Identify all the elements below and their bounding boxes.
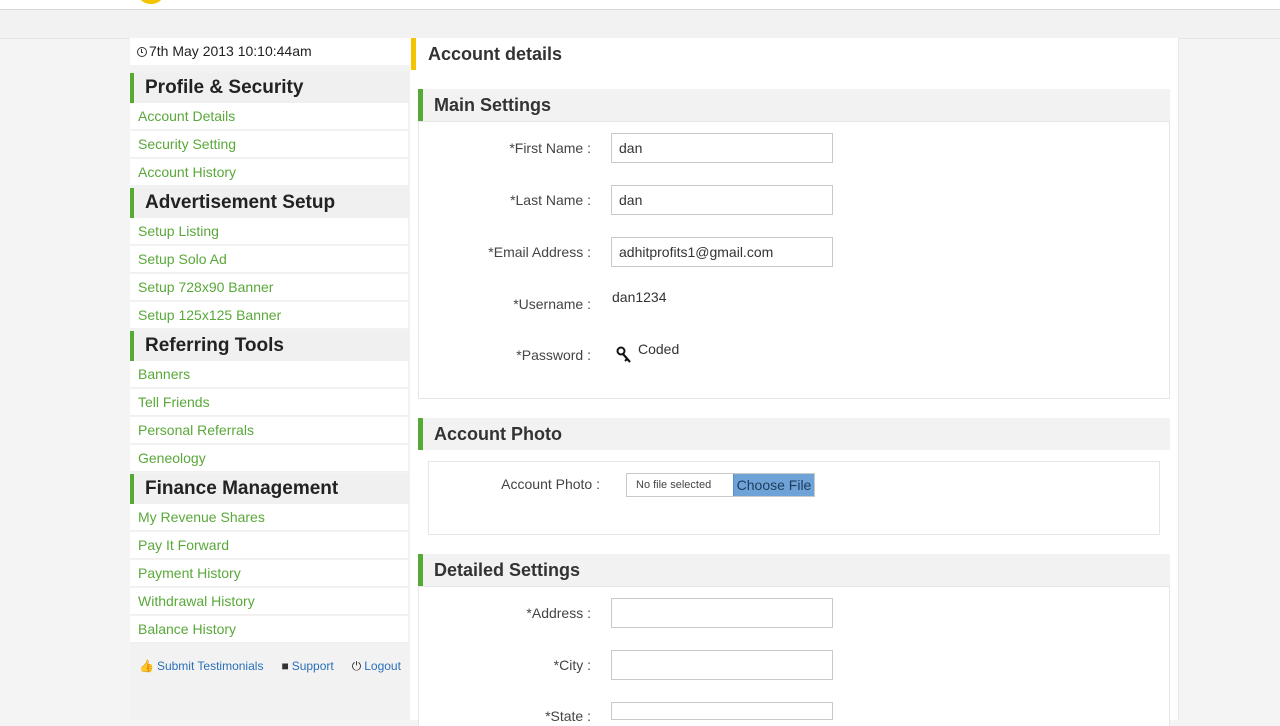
sidebar-item-banners[interactable]: Banners [130, 361, 408, 388]
email-label: *Email Address : [488, 244, 591, 260]
support-link[interactable]: ■ Support [281, 651, 333, 681]
power-icon: ⏻ [351, 659, 362, 673]
sidebar: 7th May 2013 10:10:44am Profile & Securi… [130, 38, 410, 720]
address-label: *Address : [526, 605, 591, 621]
first-name-input[interactable] [611, 133, 833, 163]
sidebar-item-security-setting[interactable]: Security Setting [130, 131, 408, 158]
sidebar-item-account-history[interactable]: Account History [130, 159, 408, 186]
sidebar-item-geneology[interactable]: Geneology [130, 445, 408, 472]
password-value: Coded [638, 341, 680, 357]
logout-link[interactable]: ⏻ Logout [352, 651, 401, 681]
nav-bar [0, 10, 1280, 39]
city-input[interactable] [611, 650, 833, 680]
last-name-label: *Last Name : [510, 192, 591, 208]
state-input[interactable] [611, 702, 833, 720]
clock-icon [137, 47, 147, 57]
section-finance-management: Finance Management [130, 474, 410, 504]
address-input[interactable] [611, 598, 833, 628]
sidebar-item-tell-friends[interactable]: Tell Friends [130, 389, 408, 416]
state-label: *State : [545, 708, 591, 724]
account-photo-heading: Account Photo [418, 418, 1170, 450]
page-title: Account details [411, 38, 562, 70]
sidebar-item-my-revenue-shares[interactable]: My Revenue Shares [130, 504, 408, 531]
top-bar [0, 0, 1280, 10]
last-name-input[interactable] [611, 185, 833, 215]
username-value: dan1234 [612, 289, 667, 305]
sidebar-item-personal-referrals[interactable]: Personal Referrals [130, 417, 408, 444]
sidebar-item-withdrawal-history[interactable]: Withdrawal History [130, 588, 408, 615]
sidebar-item-setup-solo-ad[interactable]: Setup Solo Ad [130, 246, 408, 273]
thumbs-up-icon: 👍 [139, 659, 154, 673]
speech-bubble-icon: ■ [281, 659, 289, 673]
section-referring-tools: Referring Tools [130, 331, 410, 361]
main-settings-heading: Main Settings [418, 89, 1170, 121]
submit-testimonials-link[interactable]: 👍 Submit Testimonials [139, 651, 263, 681]
datetime-text: 7th May 2013 10:10:44am [149, 43, 312, 59]
city-label: *City : [553, 657, 591, 673]
choose-file-button[interactable]: Choose File [733, 474, 814, 496]
key-icon [615, 346, 633, 369]
sidebar-item-balance-history[interactable]: Balance History [130, 616, 408, 643]
sidebar-footer: 👍 Submit Testimonials ■ Support ⏻ Logout [130, 651, 410, 681]
section-profile-security: Profile & Security [130, 73, 410, 103]
file-status-text: No file selected [636, 479, 712, 491]
email-input[interactable] [611, 237, 833, 267]
sidebar-item-setup-728x90-banner[interactable]: Setup 728x90 Banner [130, 274, 408, 301]
sidebar-item-setup-125x125-banner[interactable]: Setup 125x125 Banner [130, 302, 408, 329]
section-advertisement-setup: Advertisement Setup [130, 188, 410, 218]
first-name-label: *First Name : [509, 140, 591, 156]
sidebar-item-pay-it-forward[interactable]: Pay It Forward [130, 532, 408, 559]
logo-icon[interactable] [139, 0, 163, 4]
sidebar-item-payment-history[interactable]: Payment History [130, 560, 408, 587]
account-photo-file-input[interactable]: No file selected Choose File [626, 473, 815, 497]
username-label: *Username : [513, 296, 591, 312]
sidebar-item-setup-listing[interactable]: Setup Listing [130, 218, 408, 245]
detailed-settings-heading: Detailed Settings [418, 554, 1170, 586]
password-label: *Password : [516, 347, 591, 363]
account-photo-label: Account Photo : [501, 476, 600, 492]
datetime-display: 7th May 2013 10:10:44am [130, 38, 410, 65]
sidebar-item-account-details[interactable]: Account Details [130, 103, 408, 130]
